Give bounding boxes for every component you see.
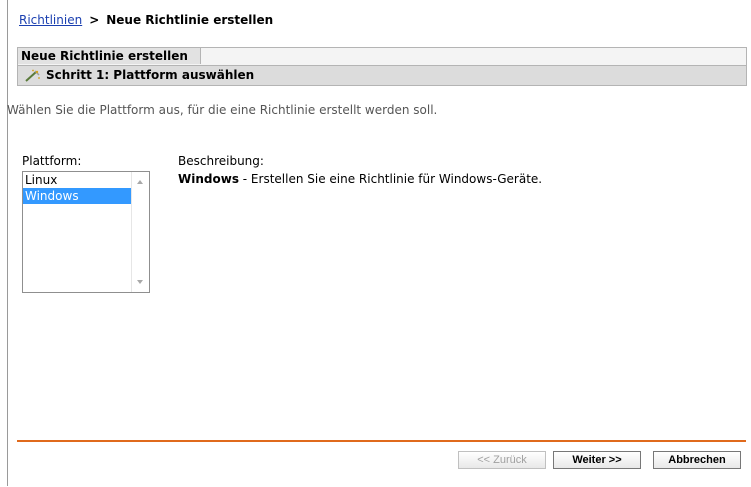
platform-option-windows[interactable]: Windows [23,188,134,204]
next-button[interactable]: Weiter >> [553,451,641,469]
wizard-title: Neue Richtlinie erstellen [17,47,201,64]
description-platform-name: Windows [178,172,239,186]
breadcrumb-current: Neue Richtlinie erstellen [106,13,274,27]
platform-option-linux[interactable]: Linux [23,172,134,188]
listbox-scrollbar[interactable] [131,172,149,292]
instruction-text: Wählen Sie die Plattform aus, für die ei… [7,103,438,117]
scroll-up-icon[interactable] [137,180,143,184]
wizard-step-bar: Schritt 1: Plattform auswählen [17,65,747,86]
wizard-header: Neue Richtlinie erstellen Schritt 1: Pla… [17,47,747,86]
platform-label: Plattform: [22,154,82,168]
wizard-title-bar: Neue Richtlinie erstellen [17,47,747,65]
scroll-down-icon[interactable] [137,280,143,284]
platform-listbox[interactable]: Linux Windows [22,171,150,293]
breadcrumb: Richtlinien > Neue Richtlinie erstellen [19,13,273,27]
wand-icon [24,69,40,83]
footer-divider [17,440,746,442]
description-body: - Erstellen Sie eine Richtlinie für Wind… [238,172,543,186]
breadcrumb-separator: > [89,13,100,27]
cancel-button[interactable]: Abbrechen [653,451,741,469]
back-button[interactable]: << Zurück [458,451,546,469]
description-label: Beschreibung: [178,154,264,168]
description-text: Windows - Erstellen Sie eine Richtlinie … [178,172,542,186]
wizard-step-title: Schritt 1: Plattform auswählen [46,68,255,82]
breadcrumb-link-richtlinien[interactable]: Richtlinien [19,13,82,27]
